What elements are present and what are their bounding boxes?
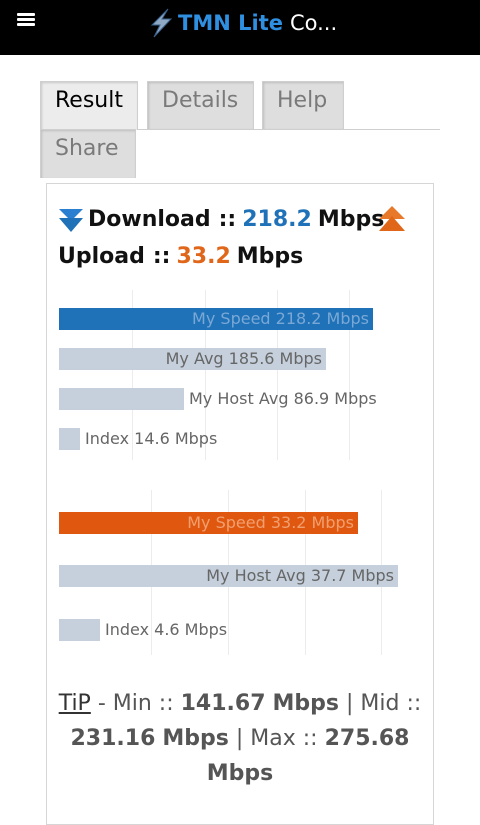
tip-max-value: 275.68 bbox=[324, 726, 410, 751]
hamburger-icon[interactable] bbox=[17, 13, 35, 27]
upload-arrow-icon bbox=[379, 206, 405, 231]
app-title-rest: Co... bbox=[289, 11, 338, 35]
upload-unit: Mbps bbox=[236, 244, 304, 269]
tip-mid-label: | Mid :: bbox=[346, 691, 422, 716]
tip-max-label: | Max :: bbox=[235, 726, 318, 751]
download-summary: Download :: 218.2 Mbps bbox=[58, 207, 384, 232]
download-value: 218.2 bbox=[242, 207, 312, 232]
download-unit: Mbps bbox=[317, 207, 385, 232]
app-header: TMN Lite Co... bbox=[0, 0, 480, 55]
download-label: Download bbox=[88, 207, 211, 232]
upload-summary: Upload :: 33.2 Mbps bbox=[58, 244, 303, 269]
tip-min-value: 141.67 bbox=[180, 691, 266, 716]
download-separator: :: bbox=[218, 207, 237, 232]
upload-label: Upload bbox=[58, 244, 145, 269]
chart-bar-label: Index 14.6 Mbps bbox=[85, 429, 218, 448]
tip-min-unit: Mbps bbox=[272, 691, 340, 716]
tab-help[interactable]: Help bbox=[262, 81, 344, 129]
tip-mid-unit: Mbps bbox=[162, 726, 229, 751]
upload-value: 33.2 bbox=[176, 244, 231, 269]
tip-link[interactable]: TiP bbox=[59, 691, 91, 716]
chart-bar-label: My Speed 33.2 Mbps bbox=[187, 513, 354, 532]
chart-bar-index bbox=[59, 619, 100, 641]
app-title-brand: TMN Lite bbox=[178, 11, 283, 35]
chart-bar-label: My Speed 218.2 Mbps bbox=[192, 309, 369, 328]
tab-result[interactable]: Result bbox=[40, 81, 138, 130]
tip-max-unit: Mbps bbox=[206, 761, 274, 786]
tab-share[interactable]: Share bbox=[40, 129, 136, 178]
chart-bar-my-host-avg bbox=[59, 388, 184, 410]
tip-summary: TiP - Min :: 141.67 Mbps | Mid :: 231.16… bbox=[48, 686, 432, 791]
tab-details[interactable]: Details bbox=[147, 81, 254, 129]
chart-bar-label: My Host Avg 37.7 Mbps bbox=[206, 566, 394, 585]
app-title: TMN Lite Co... bbox=[146, 7, 337, 39]
chart-bar-label: My Host Avg 86.9 Mbps bbox=[189, 389, 377, 408]
tip-min-label: - Min :: bbox=[97, 691, 174, 716]
tip-mid-value: 231.16 bbox=[70, 726, 156, 751]
chart-bar-index bbox=[59, 428, 80, 450]
chart-bar-label: Index 4.6 Mbps bbox=[105, 620, 228, 639]
lightning-bolt-icon bbox=[150, 8, 173, 38]
upload-separator: :: bbox=[152, 244, 171, 269]
chart-bar-label: My Avg 185.6 Mbps bbox=[165, 349, 322, 368]
